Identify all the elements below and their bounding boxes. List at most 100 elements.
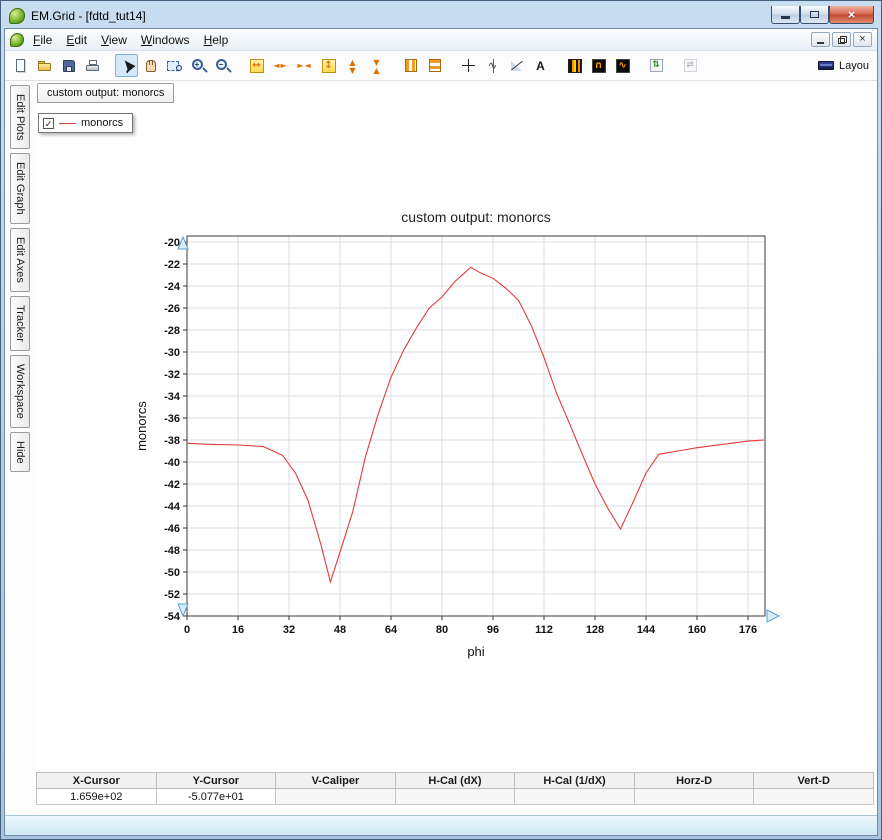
svg-text:16: 16 (232, 624, 244, 636)
readout-header-v-caliper: V-Caliper (276, 773, 396, 789)
menu-file[interactable]: File (26, 31, 59, 49)
maximize-icon (810, 11, 819, 18)
document-tab[interactable]: custom output: monorcs (37, 83, 174, 103)
svg-text:-52: -52 (164, 589, 180, 601)
readout-value (634, 789, 754, 805)
zoom-box-icon (166, 57, 184, 75)
pan-x-out-button[interactable] (269, 54, 292, 77)
save-button[interactable] (57, 54, 80, 77)
app-window: EM.Grid - [fdtd_tut14] × FileEditViewWin… (0, 0, 882, 840)
colormap-icon (566, 57, 584, 75)
colormap-plot-button[interactable] (563, 54, 586, 77)
vertical-caliper-button[interactable] (399, 54, 422, 77)
statusbar (5, 815, 877, 835)
sidebar-tab-edit-axes[interactable]: Edit Axes (10, 228, 30, 292)
readout-value (515, 789, 635, 805)
close-button[interactable]: × (829, 6, 874, 24)
cursor-marker-bottom-right[interactable] (767, 610, 779, 622)
svg-text:-38: -38 (164, 435, 180, 447)
menu-help[interactable]: Help (197, 31, 236, 49)
toolbar-gap (235, 65, 244, 66)
cross-cursor-button[interactable] (457, 54, 480, 77)
print-button[interactable] (81, 54, 104, 77)
zoom-box-button[interactable] (163, 54, 186, 77)
svg-text:-24: -24 (164, 281, 181, 293)
mdi-minimize-button[interactable] (811, 32, 830, 47)
mdi-restore-icon (838, 38, 845, 44)
multi-trace-plot-button[interactable] (611, 54, 634, 77)
titlebar[interactable]: EM.Grid - [fdtd_tut14] × (4, 3, 878, 28)
svg-text:32: 32 (283, 624, 295, 636)
svg-text:-34: -34 (164, 391, 181, 403)
single-trace-plot-button[interactable] (587, 54, 610, 77)
wave-icon (590, 57, 608, 75)
toolbar-gap (553, 65, 562, 66)
plot-workspace: custom output: monorcs ✓ monorcs 0163248… (35, 81, 877, 815)
svg-text:-28: -28 (164, 325, 180, 337)
compress-y-button[interactable] (365, 54, 388, 77)
legend-checkbox[interactable]: ✓ (43, 118, 54, 129)
new-button[interactable] (9, 54, 32, 77)
svg-text:128: 128 (586, 624, 604, 636)
minimize-button[interactable] (771, 6, 800, 24)
sidebar-tab-edit-plots[interactable]: Edit Plots (10, 85, 30, 149)
sidebar-tab-workspace[interactable]: Workspace (10, 355, 30, 428)
readout-header-horz-d: Horz-D (634, 773, 754, 789)
sidebar-tab-hide[interactable]: Hide (10, 432, 30, 473)
svg-text:-36: -36 (164, 413, 180, 425)
readout-header-x-cursor: X-Cursor (37, 773, 157, 789)
toolbar-gap (447, 65, 456, 66)
mdi-close-button[interactable]: × (853, 32, 872, 47)
expand-x-button[interactable] (245, 54, 268, 77)
svg-text:-20: -20 (164, 237, 180, 249)
maximize-button[interactable] (800, 6, 829, 24)
layout-button[interactable]: Layou (814, 54, 873, 77)
svg-text:96: 96 (487, 624, 499, 636)
curve-tracker-button[interactable] (481, 54, 504, 77)
mdi-restore-button[interactable] (832, 32, 851, 47)
horizontal-caliper-button[interactable] (423, 54, 446, 77)
slope-tool-button[interactable] (505, 54, 528, 77)
tracker-icon (484, 57, 502, 75)
autoscale-x-button[interactable] (679, 54, 702, 77)
readout-header-h-cal-1-dx: H-Cal (1/dX) (515, 773, 635, 789)
fit-h-icon (682, 57, 700, 75)
print-icon (84, 57, 102, 75)
legend-box[interactable]: ✓ monorcs (38, 113, 133, 133)
svg-text:160: 160 (688, 624, 706, 636)
svg-text:monorcs: monorcs (134, 401, 149, 451)
window-controls: × (771, 6, 874, 24)
zoom-out-button[interactable] (211, 54, 234, 77)
svg-text:-54: -54 (164, 611, 181, 623)
svg-text:80: 80 (436, 624, 448, 636)
open-button[interactable] (33, 54, 56, 77)
expand-y-button[interactable] (317, 54, 340, 77)
legend-series-label: monorcs (81, 117, 123, 129)
slope-icon (508, 57, 526, 75)
h-in-icon (296, 57, 314, 75)
menu-edit[interactable]: Edit (59, 31, 94, 49)
menu-view[interactable]: View (94, 31, 134, 49)
pan-tool-button[interactable] (139, 54, 162, 77)
svg-text:176: 176 (739, 624, 757, 636)
text-label-button[interactable] (529, 54, 552, 77)
mdi-window-controls: × (811, 32, 874, 47)
sidebar-tab-tracker[interactable]: Tracker (10, 296, 30, 351)
v-in-icon (368, 57, 386, 75)
svg-text:-40: -40 (164, 457, 180, 469)
close-icon: × (848, 8, 856, 21)
svg-text:phi: phi (467, 644, 484, 659)
menu-windows[interactable]: Windows (134, 31, 197, 49)
svg-text:-44: -44 (164, 501, 181, 513)
text-icon (532, 57, 550, 75)
h-caliper-icon (426, 57, 444, 75)
chart-svg[interactable]: 0163248648096112128144160176-20-22-24-26… (132, 208, 822, 668)
layout-icon (818, 57, 836, 75)
document-icon (10, 33, 24, 47)
compress-x-button[interactable] (293, 54, 316, 77)
zoom-in-button[interactable] (187, 54, 210, 77)
sidebar-tab-edit-graph[interactable]: Edit Graph (10, 153, 30, 224)
autoscale-y-button[interactable] (645, 54, 668, 77)
pan-y-out-button[interactable] (341, 54, 364, 77)
select-tool-button[interactable] (115, 54, 138, 77)
